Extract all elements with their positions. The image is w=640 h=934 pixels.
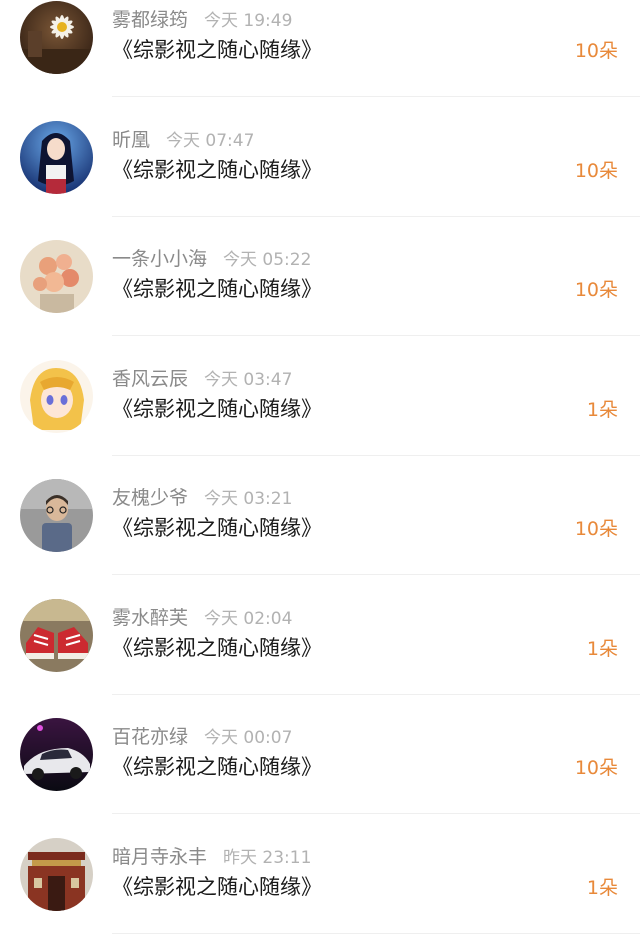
timestamp: 今天 03:47 [204, 369, 293, 390]
entry-meta: 昕凰 今天 07:47 [112, 127, 254, 153]
user-name[interactable]: 友槐少爷 [112, 487, 188, 509]
entry-meta: 香风云辰 今天 03:47 [112, 366, 292, 392]
flower-count: 1朵 [586, 876, 618, 899]
entry-meta: 百花亦绿 今天 00:07 [112, 724, 292, 750]
user-name[interactable]: 香风云辰 [112, 368, 188, 390]
avatar[interactable] [20, 837, 93, 911]
list-item[interactable]: 雾都绿筠 今天 19:49 《综影视之随心随缘》 10朵 [0, 0, 640, 97]
entry-meta: 暗月寺永丰 昨天 23:11 [112, 844, 311, 870]
list-item[interactable]: 昕凰 今天 07:47 《综影视之随心随缘》 10朵 [0, 37, 640, 217]
timestamp: 今天 19:49 [204, 11, 293, 31]
list-item[interactable]: 百花亦绿 今天 00:07 《综影视之随心随缘》 10朵 [0, 634, 640, 814]
timestamp: 今天 05:22 [223, 250, 312, 270]
timestamp: 今天 00:07 [204, 728, 293, 748]
user-name[interactable]: 暗月寺永丰 [112, 846, 207, 868]
book-title[interactable]: 《综影视之随心随缘》 [112, 873, 322, 901]
user-name[interactable]: 百花亦绿 [112, 726, 188, 748]
list-item[interactable]: 香风云辰 今天 03:47 《综影视之随心随缘》 1朵 [0, 276, 640, 456]
user-name[interactable]: 雾水醉芙 [112, 607, 188, 629]
timestamp: 今天 07:47 [166, 130, 255, 151]
entry-meta: 友槐少爷 今天 03:21 [112, 485, 292, 511]
entry-meta: 雾水醉芙 今天 02:04 [112, 605, 292, 631]
entry-meta: 一条小小海 今天 05:22 [112, 246, 311, 272]
user-name[interactable]: 一条小小海 [112, 248, 207, 270]
user-name[interactable]: 昕凰 [112, 129, 150, 151]
timestamp: 今天 02:04 [204, 608, 293, 629]
list-item[interactable]: 一条小小海 今天 05:22 《综影视之随心随缘》 10朵 [0, 156, 640, 336]
list-item[interactable]: 友槐少爷 今天 03:21 《综影视之随心随缘》 10朵 [0, 395, 640, 575]
user-name[interactable]: 雾都绿筠 [112, 9, 188, 31]
timestamp: 今天 03:21 [204, 489, 293, 509]
gift-record-list: 雾都绿筠 今天 19:49 《综影视之随心随缘》 10朵 昕凰 今天 07:47 《… [0, 0, 640, 934]
timestamp: 昨天 23:11 [223, 847, 312, 868]
entry-meta: 雾都绿筠 今天 19:49 [112, 7, 292, 33]
list-item[interactable]: 暗月寺永丰 昨天 23:11 《综影视之随心随缘》 1朵 [0, 754, 640, 934]
temple-gate-icon [20, 837, 93, 911]
divider [112, 932, 640, 934]
list-item[interactable]: 雾水醉芙 今天 02:04 《综影视之随心随缘》 1朵 [0, 515, 640, 695]
